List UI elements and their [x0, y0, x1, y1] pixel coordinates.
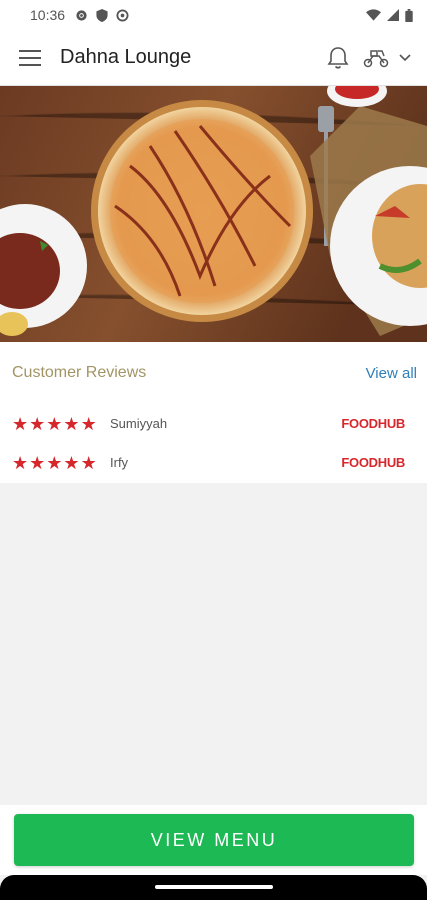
status-time: 10:36 — [30, 7, 66, 23]
reviewer-name: Irfy — [110, 455, 129, 470]
star-rating: ★ ★ ★ ★ ★ — [12, 415, 108, 433]
star-icon: ★ — [46, 413, 63, 434]
footer: VIEW MENU — [0, 805, 427, 875]
shield-icon — [96, 8, 108, 22]
customer-reviews-section: Customer Reviews View all ★ ★ ★ ★ ★ Sumi… — [0, 342, 427, 483]
hero-food-image — [0, 86, 427, 342]
app-bar: Dahna Lounge — [0, 30, 427, 86]
star-icon: ★ — [29, 452, 46, 473]
star-icon: ★ — [80, 452, 97, 473]
home-gesture-handle[interactable] — [155, 885, 273, 889]
star-icon: ★ — [12, 452, 29, 473]
review-row: ★ ★ ★ ★ ★ Sumiyyah FOODHUB — [0, 404, 427, 443]
view-all-link[interactable]: View all — [366, 365, 417, 382]
review-source-logo: FOODHUB — [341, 455, 405, 470]
star-icon: ★ — [63, 413, 80, 434]
bell-icon — [327, 46, 349, 69]
star-icon: ★ — [12, 413, 29, 434]
view-menu-button[interactable]: VIEW MENU — [14, 814, 414, 866]
gear-icon — [76, 9, 87, 21]
reviews-title: Customer Reviews — [12, 364, 147, 381]
system-nav-bar — [0, 875, 427, 900]
page-title: Dahna Lounge — [60, 46, 192, 68]
reviewer-name: Sumiyyah — [110, 416, 168, 431]
menu-icon — [19, 49, 41, 66]
wifi-icon — [366, 9, 381, 21]
star-icon: ★ — [46, 452, 63, 473]
scooter-icon — [363, 49, 389, 67]
order-type-selector[interactable] — [363, 48, 411, 68]
notifications-button[interactable] — [327, 46, 349, 70]
battery-icon — [405, 8, 413, 22]
menu-button[interactable] — [0, 30, 60, 86]
food-photo — [0, 86, 427, 342]
star-rating: ★ ★ ★ ★ ★ — [12, 454, 108, 472]
star-icon: ★ — [29, 413, 46, 434]
settings-icon — [116, 8, 129, 22]
chevron-down-icon — [399, 53, 411, 61]
review-source-logo: FOODHUB — [341, 416, 405, 431]
signal-icon — [387, 9, 399, 21]
star-icon: ★ — [63, 452, 80, 473]
star-icon: ★ — [80, 413, 97, 434]
status-bar: 10:36 — [0, 0, 427, 30]
review-row: ★ ★ ★ ★ ★ Irfy FOODHUB — [0, 443, 427, 482]
